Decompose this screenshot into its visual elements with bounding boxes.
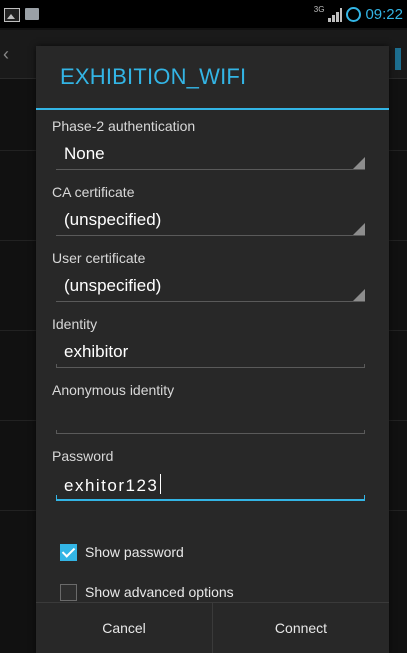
cancel-button[interactable]: Cancel: [36, 603, 212, 653]
advanced-options-checkbox[interactable]: Show advanced options: [60, 580, 369, 604]
field-underline: [56, 499, 365, 501]
spinner-underline: [56, 301, 365, 302]
dialog-title: EXHIBITION_WIFI: [60, 64, 247, 89]
identity-label: Identity: [52, 316, 98, 332]
dialog-content: Phase-2 authentication None CA certifica…: [36, 118, 389, 604]
clock: 09:22: [365, 6, 403, 23]
ca-cert-value: (unspecified): [64, 210, 162, 229]
ca-cert-label: CA certificate: [52, 184, 135, 200]
field-tick: [56, 495, 57, 500]
phase2-value: None: [64, 144, 105, 163]
field-tick: [364, 495, 365, 500]
sync-ring-icon: [346, 7, 362, 22]
user-cert-value: (unspecified): [64, 276, 162, 295]
background-accent: [395, 48, 401, 70]
show-password-label: Show password: [85, 544, 184, 560]
dropdown-arrow-icon: [353, 157, 365, 169]
field-tick: [56, 430, 57, 434]
field-underline: [56, 367, 365, 368]
user-cert-label: User certificate: [52, 250, 146, 266]
phase2-spinner[interactable]: None: [52, 134, 369, 176]
dialog-title-bar: EXHIBITION_WIFI: [36, 46, 389, 110]
ca-cert-spinner[interactable]: (unspecified): [52, 200, 369, 242]
field-tick: [364, 364, 365, 368]
checkbox-unchecked-icon: [60, 583, 77, 601]
field-tick: [56, 364, 57, 368]
user-cert-spinner[interactable]: (unspecified): [52, 266, 369, 308]
password-value: exhitor123: [64, 476, 159, 495]
anon-identity-label: Anonymous identity: [52, 382, 175, 398]
wifi-dialog: EXHIBITION_WIFI Phase-2 authentication N…: [36, 46, 389, 653]
password-label: Password: [52, 448, 114, 464]
gallery-notification-icon: [4, 8, 20, 22]
back-chevron-icon: ‹: [3, 44, 9, 64]
signal-icon: [328, 7, 343, 22]
network-type: 3G: [313, 5, 325, 14]
field-underline: [56, 433, 365, 434]
dropdown-arrow-icon: [353, 223, 365, 235]
advanced-options-label: Show advanced options: [85, 584, 234, 600]
identity-value: exhibitor: [64, 342, 129, 361]
connect-button[interactable]: Connect: [212, 603, 389, 653]
password-value-wrap: exhitor123: [64, 474, 162, 496]
spinner-underline: [56, 169, 365, 170]
spinner-underline: [56, 235, 365, 236]
status-icons: 3G 09:22: [313, 5, 403, 23]
dropdown-arrow-icon: [353, 289, 365, 301]
checkbox-checked-icon: [60, 543, 77, 561]
anon-identity-field[interactable]: [52, 398, 369, 440]
show-password-checkbox[interactable]: Show password: [60, 540, 369, 564]
password-field[interactable]: exhitor123: [52, 464, 369, 506]
identity-field[interactable]: exhibitor: [52, 332, 369, 374]
dialog-buttons: Cancel Connect: [36, 602, 389, 653]
phase2-label: Phase-2 authentication: [52, 118, 196, 134]
mail-notification-icon: [25, 8, 39, 20]
field-tick: [364, 430, 365, 434]
status-bar: 3G 09:22: [0, 0, 407, 28]
text-cursor: [160, 474, 162, 494]
